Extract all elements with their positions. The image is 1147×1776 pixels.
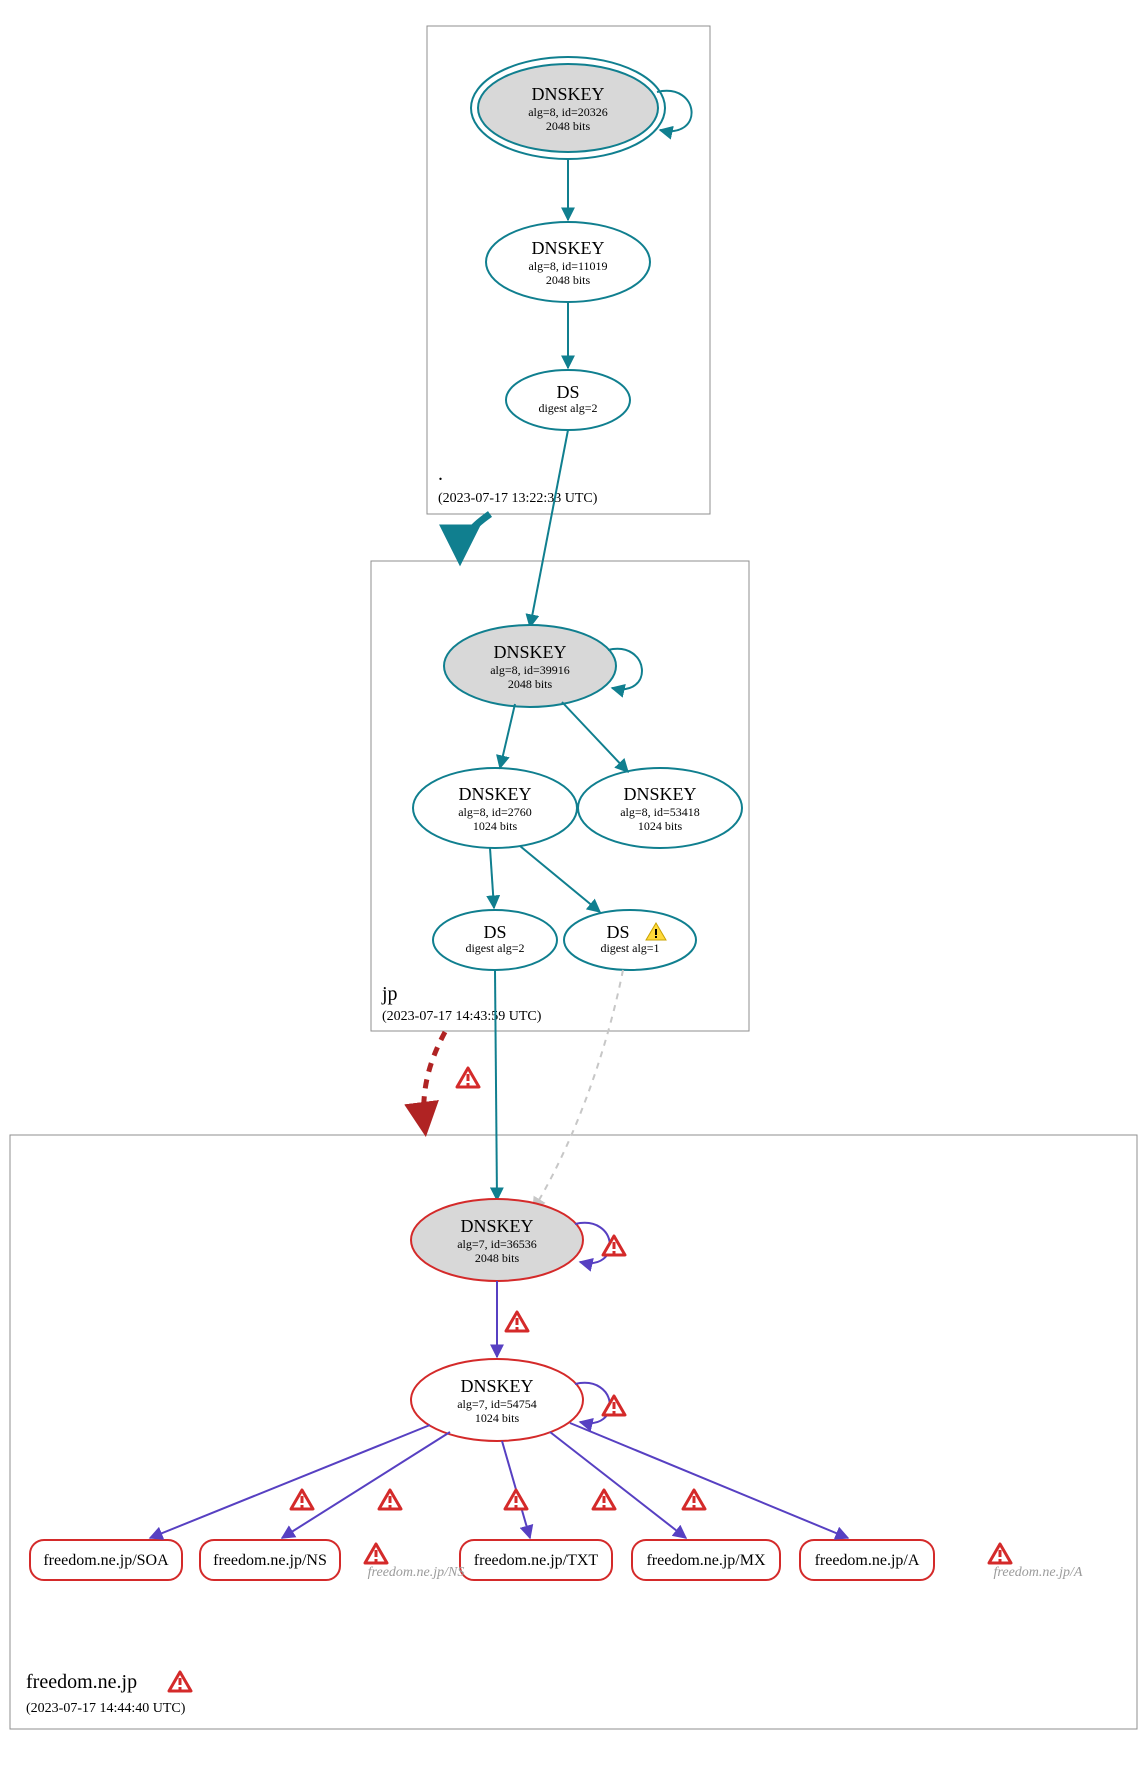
node-root-ds[interactable]: DS digest alg=2 xyxy=(506,370,630,430)
node-fr-zsk-line2: 1024 bits xyxy=(475,1411,520,1425)
zone-freedom-ts: (2023-07-17 14:44:40 UTC) xyxy=(26,1701,186,1716)
error-icon xyxy=(683,1490,705,1509)
rr-soa-label: freedom.ne.jp/SOA xyxy=(43,1552,169,1569)
zone-root-ts: (2023-07-17 13:22:33 UTC) xyxy=(438,491,598,506)
node-jp-ds1-line1: digest alg=1 xyxy=(600,941,659,955)
rrset-soa[interactable]: freedom.ne.jp/SOA xyxy=(30,1540,182,1580)
rr-mx-label: freedom.ne.jp/MX xyxy=(646,1552,766,1569)
node-jp-ds2-line1: digest alg=2 xyxy=(465,941,524,955)
node-root-ds-title: DS xyxy=(556,382,579,402)
node-fr-ksk-title: DNSKEY xyxy=(460,1216,533,1236)
zone-freedom-name: freedom.ne.jp xyxy=(26,1671,137,1693)
edge-root-ds-jp-ksk xyxy=(530,430,568,627)
error-icon xyxy=(603,1396,625,1415)
edge-zone-root-jp xyxy=(460,514,490,558)
node-root-zsk-line2: 2048 bits xyxy=(546,273,591,287)
error-icon xyxy=(603,1236,625,1255)
edge-jp-ksk-zsk2 xyxy=(562,702,628,772)
node-jp-zsk1-title: DNSKEY xyxy=(458,784,531,804)
node-jp-ds2-title: DS xyxy=(483,922,506,942)
node-jp-ksk-line2: 2048 bits xyxy=(508,677,553,691)
node-root-zsk-line1: alg=8, id=11019 xyxy=(528,259,607,273)
node-jp-zsk2-line2: 1024 bits xyxy=(638,819,683,833)
edge-zsk-mx xyxy=(550,1432,686,1538)
edge-jp-ksk-zsk1 xyxy=(500,704,515,768)
node-fr-zsk-title: DNSKEY xyxy=(460,1376,533,1396)
zone-root-name: . xyxy=(438,463,443,485)
error-icon xyxy=(989,1544,1011,1563)
rr-ns-label: freedom.ne.jp/NS xyxy=(213,1552,327,1569)
node-jp-ksk[interactable]: DNSKEY alg=8, id=39916 2048 bits xyxy=(444,625,616,707)
zone-jp-ts: (2023-07-17 14:43:59 UTC) xyxy=(382,1009,542,1024)
error-icon xyxy=(457,1068,479,1087)
node-jp-zsk1-line2: 1024 bits xyxy=(473,819,518,833)
edge-zone-jp-freedom xyxy=(424,1032,445,1130)
node-jp-zsk1-line1: alg=8, id=2760 xyxy=(458,805,532,819)
edge-zsk-soa xyxy=(150,1425,430,1538)
rr-a-label: freedom.ne.jp/A xyxy=(815,1552,920,1569)
node-jp-ksk-title: DNSKEY xyxy=(493,642,566,662)
node-fr-ksk[interactable]: DNSKEY alg=7, id=36536 2048 bits xyxy=(411,1199,583,1281)
node-fr-zsk[interactable]: DNSKEY alg=7, id=54754 1024 bits xyxy=(411,1359,583,1441)
ghost-ns: freedom.ne.jp/NS xyxy=(368,1565,465,1580)
rr-txt-label: freedom.ne.jp/TXT xyxy=(474,1552,599,1569)
node-root-zsk[interactable]: DNSKEY alg=8, id=11019 2048 bits xyxy=(486,222,650,302)
error-icon xyxy=(365,1544,387,1563)
zone-jp-name: jp xyxy=(381,983,398,1005)
error-icon xyxy=(506,1312,528,1331)
node-root-ds-line1: digest alg=2 xyxy=(538,401,597,415)
node-fr-zsk-line1: alg=7, id=54754 xyxy=(457,1397,537,1411)
ghost-a: freedom.ne.jp/A xyxy=(994,1565,1083,1580)
node-fr-ksk-line1: alg=7, id=36536 xyxy=(457,1237,537,1251)
node-root-ksk-title: DNSKEY xyxy=(531,84,604,104)
error-icon xyxy=(505,1490,527,1509)
node-jp-ds2[interactable]: DS digest alg=2 xyxy=(433,910,557,970)
node-jp-zsk2[interactable]: DNSKEY alg=8, id=53418 1024 bits xyxy=(578,768,742,848)
edge-jp-ds1-fr-ksk xyxy=(533,970,623,1210)
edge-jp-zsk1-ds2 xyxy=(490,848,494,908)
edge-jp-ds2-fr-ksk xyxy=(495,970,497,1200)
node-fr-ksk-line2: 2048 bits xyxy=(475,1251,520,1265)
edge-jp-zsk1-ds1 xyxy=(520,846,600,912)
edge-zsk-ns xyxy=(282,1432,450,1538)
node-jp-zsk2-title: DNSKEY xyxy=(623,784,696,804)
node-root-ksk-line1: alg=8, id=20326 xyxy=(528,105,608,119)
error-icon xyxy=(379,1490,401,1509)
rrset-mx[interactable]: freedom.ne.jp/MX xyxy=(632,1540,780,1580)
node-jp-ds1-title: DS xyxy=(606,922,629,942)
node-jp-ksk-line1: alg=8, id=39916 xyxy=(490,663,570,677)
node-jp-ds1[interactable]: DS digest alg=1 xyxy=(564,910,696,970)
dnssec-auth-graph: . (2023-07-17 13:22:33 UTC) DNSKEY alg=8… xyxy=(0,0,1147,1776)
node-root-ksk[interactable]: DNSKEY alg=8, id=20326 2048 bits xyxy=(471,57,665,159)
rrset-ns[interactable]: freedom.ne.jp/NS xyxy=(200,1540,340,1580)
rrset-txt[interactable]: freedom.ne.jp/TXT xyxy=(460,1540,612,1580)
node-root-ksk-line2: 2048 bits xyxy=(546,119,591,133)
node-jp-zsk1[interactable]: DNSKEY alg=8, id=2760 1024 bits xyxy=(413,768,577,848)
error-icon xyxy=(593,1490,615,1509)
node-root-zsk-title: DNSKEY xyxy=(531,238,604,258)
error-icon xyxy=(169,1672,191,1691)
node-jp-zsk2-line1: alg=8, id=53418 xyxy=(620,805,700,819)
rrset-a[interactable]: freedom.ne.jp/A xyxy=(800,1540,934,1580)
error-icon xyxy=(291,1490,313,1509)
